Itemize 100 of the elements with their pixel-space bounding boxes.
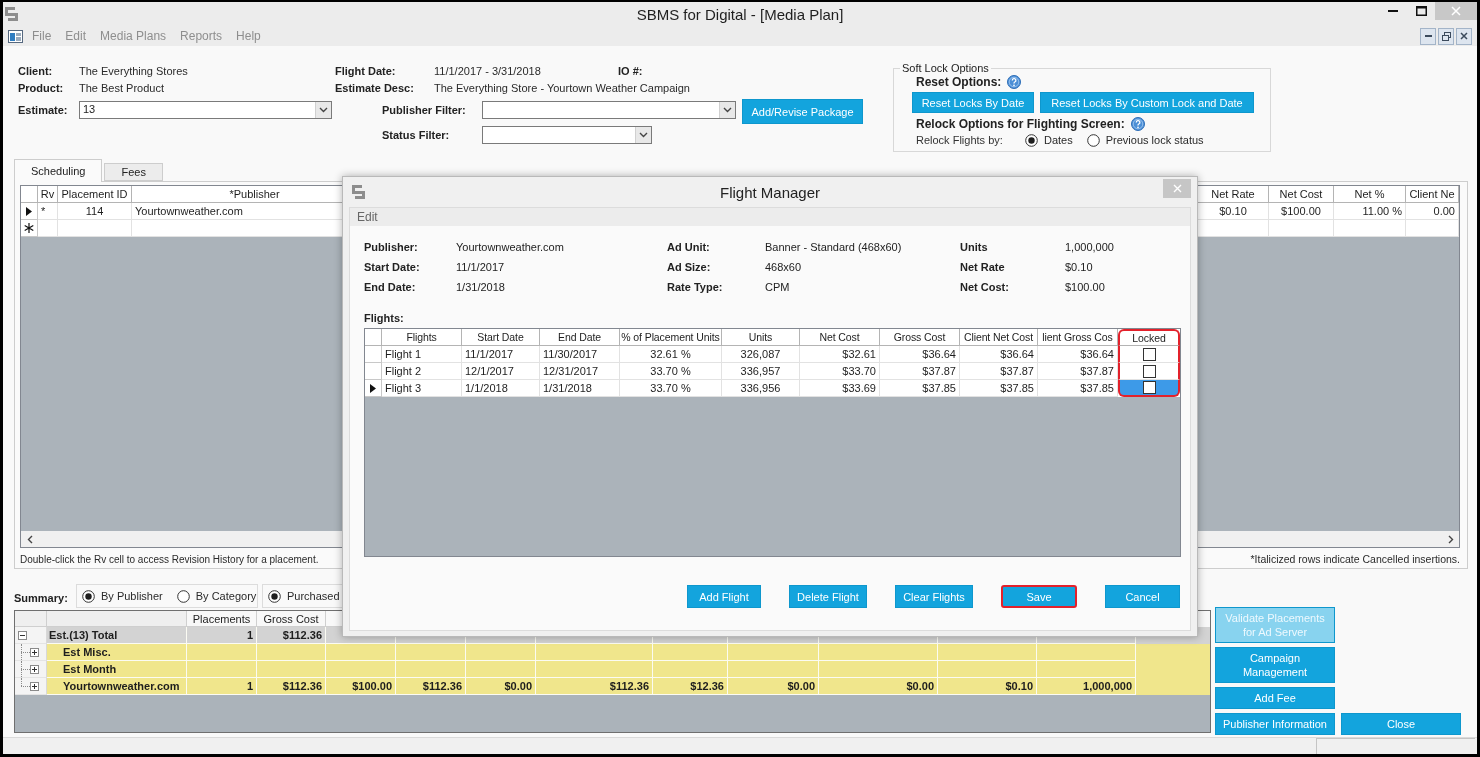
field-value: Banner - Standard (468x60) [765,241,903,253]
field-value: 1,000,000 [1065,241,1115,253]
table-cell: $37.85 [1038,380,1118,397]
field-label: Start Date: [364,261,421,273]
radio-icon[interactable] [1025,133,1038,147]
field-value: Yourtownweather.com [456,241,565,253]
radio-icon[interactable] [176,589,190,603]
field-value: 1/31/2018 [456,281,506,293]
section-label: Relock Options for Flighting Screen: [916,117,1125,131]
table-row[interactable]: Flight 2 12/1/2017 12/31/2017 33.70 % 336,957 $33.70 $37.87 $37.87 $37.87 [365,363,1180,380]
radio-option[interactable]: Previous lock status [1086,133,1204,147]
section-label: Flights: [364,311,404,326]
tab[interactable]: Scheduling [14,159,103,182]
tab[interactable]: Fees [104,163,163,181]
table-row[interactable]: Yourtownweather.com 1 $112.36 $100.00 $112.36 $0.00 $112.36 $12.36 $0.00 $0.00 $0.10 1,000,000 [15,678,1210,695]
field-value: The Everything Stores [79,64,188,77]
radio-option[interactable]: By Category [176,589,257,603]
table-cell: $12.36 [653,678,728,695]
new-row-icon [24,223,34,233]
table-cell: 1/31/2018 [540,380,620,397]
footnote-text: *Italicized rows indicate Cancelled insertions. [1250,553,1460,565]
field-label: Client: [18,64,53,77]
row-header[interactable] [365,380,382,397]
table-cell: Yourtownweather.com [47,678,187,695]
chevron-right-icon[interactable] [1447,534,1454,544]
minimize-icon[interactable] [1424,35,1432,37]
table-row[interactable]: Flight 1 11/1/2017 11/30/2017 32.61 % 326,087 $32.61 $36.64 $36.64 $36.64 [365,346,1180,363]
table-cell: Flight 3 [382,380,462,397]
field-label: Ad Unit: [667,241,711,253]
field-label: Publisher: [364,241,419,253]
radio-icon[interactable] [268,589,281,603]
radio-option[interactable]: Dates [1025,133,1073,147]
radio-icon[interactable] [1086,133,1100,147]
window-icon[interactable] [8,29,23,43]
table-cell: 1,000,000 [1037,678,1136,695]
field-label: Publisher Filter: [382,104,466,116]
chevron-down-icon[interactable] [723,107,732,113]
field-value: $0.10 [1065,261,1094,273]
close-button[interactable] [1456,27,1472,45]
field-label: Product: [18,81,64,94]
table-cell: $112.36 [257,678,326,695]
publisher-filter-dropdown[interactable] [482,101,736,119]
dialog-title: Flight Manager [719,183,821,201]
close-icon[interactable] [1460,32,1468,40]
table-cell: 33.70 % [620,380,722,397]
group-title: Soft Lock Options [901,62,990,74]
field-value: 468x60 [765,261,803,273]
table-cell: 336,956 [722,380,800,397]
table-cell: $112.36 [536,678,653,695]
table-cell: $112.36 [396,678,466,695]
expand-icon[interactable] [30,647,39,657]
field-label: Flight Date: [335,64,396,77]
maximize-icon[interactable] [1415,6,1427,16]
logo-icon [5,7,18,21]
table-cell: $37.85 [960,380,1038,397]
checkbox[interactable] [1142,347,1156,361]
field-label: Rate Type: [667,281,724,293]
table-cell: $0.10 [938,678,1037,695]
field-value: $100.00 [1065,281,1106,293]
table-row[interactable]: Est Misc. [15,644,1210,661]
restore-button[interactable] [1438,27,1454,45]
radio-option[interactable]: By Publisher [82,589,163,603]
status-filter-dropdown[interactable] [482,126,652,144]
table-cell: 1/1/2018 [462,380,540,397]
expand-icon[interactable] [30,681,39,691]
row-header[interactable] [21,220,38,237]
table-cell: $33.69 [800,380,880,397]
section-label: Reset Options: [916,75,1002,89]
chevron-down-icon[interactable] [319,107,328,113]
radio-icon[interactable] [82,589,95,603]
field-value: 11/1/2017 - 3/31/2018 [434,64,541,77]
field-label: Estimate: [18,104,68,116]
field-label: Units [960,241,989,253]
help-icon[interactable] [1130,117,1145,131]
field-label: Status Filter: [382,129,450,141]
checkbox[interactable] [1142,381,1156,394]
field-label: IO #: [618,64,643,77]
expand-icon[interactable] [30,664,39,674]
row-pointer-icon [370,383,376,393]
row-pointer-icon [26,206,32,216]
estimate-dropdown[interactable]: 13 [79,101,332,119]
chevron-left-icon[interactable] [26,534,33,544]
minimize-button[interactable] [1420,27,1436,45]
restore-icon[interactable] [1441,31,1451,41]
field-label: Estimate Desc: [335,81,414,94]
table-row[interactable]: Est Month [15,661,1210,678]
checkbox[interactable] [1142,364,1156,378]
collapse-icon[interactable] [18,630,27,640]
table-row[interactable]: Flight 3 1/1/2018 1/31/2018 33.70 % 336,956 $33.69 $37.85 $37.85 $37.85 [365,380,1180,397]
help-icon[interactable] [1007,75,1022,89]
table-cell: $37.85 [880,380,960,397]
field-value: The Everything Store - Yourtown Weather Campaign [434,81,690,94]
field-label: Summary: [14,591,69,606]
table-cell: $0.00 [466,678,536,695]
radio-option[interactable]: Purchased [268,589,340,603]
chevron-down-icon[interactable] [639,132,648,138]
field-label: Ad Size: [667,261,712,273]
field-label: Relock Flights by: [916,134,1004,146]
field-label: End Date: [364,281,417,293]
table-cell: 1 [187,678,257,695]
